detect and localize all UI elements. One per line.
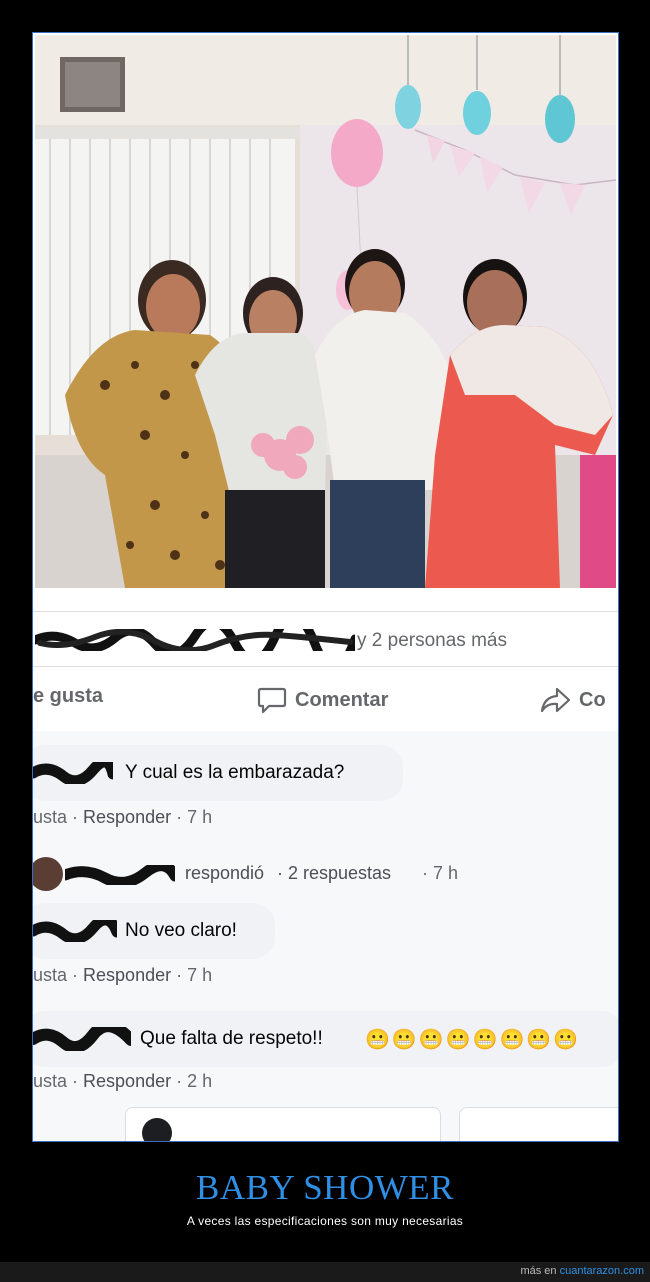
like-button[interactable]: e gusta [33,685,103,708]
site-footer: más en cuantarazon.com [0,1262,650,1282]
comment-meta: usta · Responder · 7 h [33,807,213,827]
replies-row[interactable]: respondió · 2 respuestas · 7 h [33,857,618,893]
comments-list: Y cual es la embarazada? usta · Responde… [33,731,618,1141]
party-photo-illustration [35,35,616,588]
avatar [142,1118,172,1141]
comment-like-link[interactable]: usta [33,807,67,827]
replied-label: respondió [185,863,265,883]
share-label: Co [579,688,606,711]
like-label: e gusta [33,685,104,707]
comment-text: Y cual es la embarazada? [125,762,345,783]
meme-subtitle: A veces las especificaciones son muy nec… [186,1214,464,1228]
redacted-author-scribble [33,1027,131,1051]
composer-card[interactable] [125,1107,441,1141]
comment-reply-link[interactable]: Responder [83,965,171,985]
redacted-author-scribble [65,865,175,885]
meme-caption: BABY SHOWER A veces las especificaciones… [0,1168,650,1228]
replies-count[interactable]: · 2 respuestas [277,863,391,884]
composer-card[interactable] [459,1107,618,1141]
comment-like-link[interactable]: usta [33,1071,67,1091]
avatar [33,857,63,891]
comment-time: · 7 h [176,965,213,985]
reactions-bar[interactable]: y 2 personas más [33,611,618,667]
footer-prefix: más en [520,1265,557,1277]
comment-bubble: Que falta de respeto!! 😬😬😬😬😬😬😬😬 [33,1011,618,1067]
comment-meta: usta · Responder · 7 h [33,965,213,985]
reactions-count-text[interactable]: y 2 personas más [357,630,507,652]
comment-label: Comentar [295,688,389,711]
footer-text: más en cuantarazon.com [520,1265,644,1277]
comment-bubble: Y cual es la embarazada? [33,745,403,801]
comment-bubble: No veo claro! [33,903,275,959]
comment-reply-link[interactable]: Responder [83,1071,171,1091]
share-button[interactable]: Co [539,685,606,715]
redacted-names-scribble [35,629,355,651]
replies-time: · 7 h [422,863,459,883]
comment-time: · 7 h [176,807,213,827]
grimace-emojis: 😬😬😬😬😬😬😬😬 [365,1028,581,1051]
redacted-author-scribble [33,762,113,784]
meme-title: BABY SHOWER [196,1168,454,1207]
redacted-author-scribble [33,920,117,942]
site-link[interactable]: cuantarazon.com [560,1265,644,1277]
comment-text: Que falta de respeto!! [140,1028,323,1049]
comment-like-link[interactable]: usta [33,965,67,985]
comment-meta: usta · Responder · 2 h [33,1071,213,1091]
facebook-post-footer: y 2 personas más e gusta Comentar Co Y c… [33,588,618,1141]
comment-button[interactable]: Comentar [257,685,388,715]
share-icon [540,687,571,713]
comment-icon [257,687,287,714]
post-photo[interactable] [35,35,616,588]
comment-text: No veo claro! [125,920,237,941]
post-actions-bar: e gusta Comentar Co [33,665,618,732]
comment-time: · 2 h [176,1071,213,1091]
comment-reply-link[interactable]: Responder [83,807,171,827]
post-frame: y 2 personas más e gusta Comentar Co Y c… [32,32,619,1142]
